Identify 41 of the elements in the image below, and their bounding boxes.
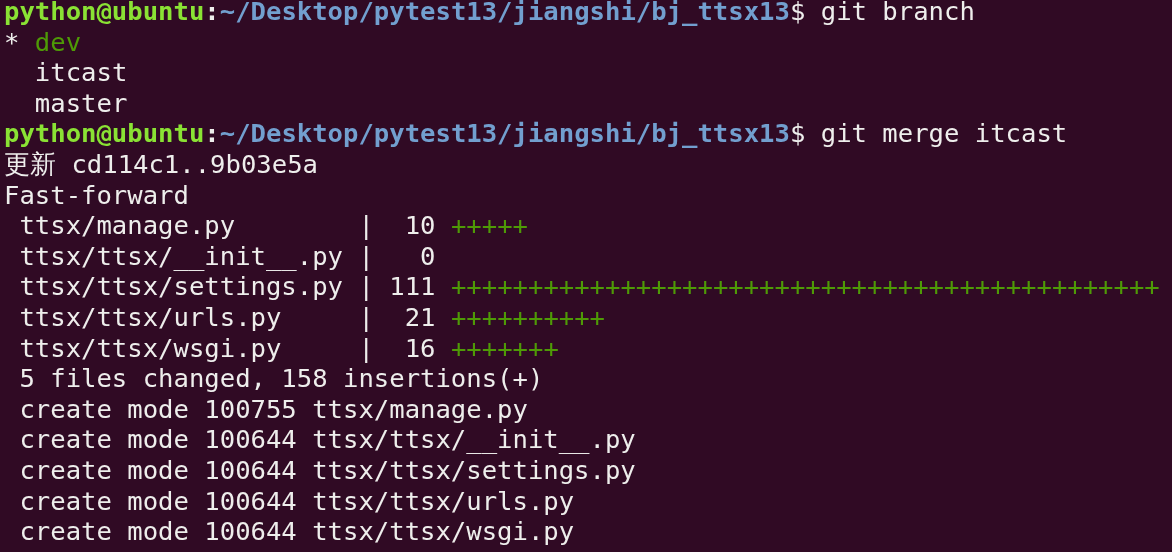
prompt-user: python@ubuntu (4, 0, 205, 27)
diffstat-separator-text: | (358, 271, 374, 302)
diffstat-plus-signs: ++++++++++++++++++++++++++++++++++++++++++++++ (450, 271, 1160, 302)
diffstat-file: ttsx/ttsx/settings.py (19, 271, 343, 302)
command-text: git merge itcast (820, 118, 1068, 149)
diffstat-file: ttsx/ttsx/__init__.py (19, 240, 343, 272)
diffstat-count: 21 (403, 301, 436, 333)
prompt-separator: : (204, 118, 220, 149)
prompt-user: python@ubuntu (4, 118, 205, 149)
prompt-separator: : (204, 0, 220, 27)
output-line: create mode 100755 ttsx/manage.py (18, 393, 528, 425)
prompt-path: ~/Desktop/pytest13/jiangshi/bj_ttsx13 (219, 0, 790, 27)
diffstat-separator-text: | (358, 301, 374, 333)
branch-name: dev (34, 26, 82, 58)
diffstat-file: ttsx/ttsx/wsgi.py (19, 332, 283, 364)
diffstat-count: 0 (419, 240, 436, 272)
command-text: git branch (820, 0, 975, 27)
output-line: create mode 100644 ttsx/ttsx/settings.py (18, 454, 636, 486)
branch-name: master (34, 87, 128, 119)
output-line: 5 files changed, 158 insertions(+) (18, 363, 544, 394)
output-line: 更新 cd114c1..9b03e5a (4, 148, 318, 180)
prompt-path: ~/Desktop/pytest13/jiangshi/bj_ttsx13 (219, 118, 790, 149)
diffstat-separator-text: | (358, 332, 374, 364)
diffstat-count: 111 (389, 271, 436, 302)
output-line: create mode 100644 ttsx/ttsx/wsgi.py (18, 516, 575, 547)
diffstat-file: ttsx/manage.py (19, 210, 237, 241)
diffstat-count: 10 (403, 210, 436, 241)
output-line: Fast-forward (4, 179, 189, 211)
diffstat-plus-signs: +++++ (450, 210, 528, 241)
output-line: create mode 100644 ttsx/ttsx/__init__.py (18, 424, 636, 455)
diffstat-count: 16 (403, 332, 436, 364)
diffstat-plus-signs: ++++++++++ (450, 301, 606, 333)
diffstat-plus-signs: +++++++ (450, 332, 559, 364)
prompt-sign: $ (789, 0, 806, 27)
prompt-sign: $ (789, 118, 806, 149)
diffstat-file: ttsx/ttsx/urls.py (19, 301, 283, 333)
output-line: create mode 100644 ttsx/ttsx/urls.py (18, 485, 575, 517)
current-branch-marker: * (4, 26, 20, 58)
diffstat-separator-text: | (358, 210, 374, 241)
diffstat-separator-text: | (358, 240, 374, 272)
branch-name: itcast (34, 57, 128, 88)
